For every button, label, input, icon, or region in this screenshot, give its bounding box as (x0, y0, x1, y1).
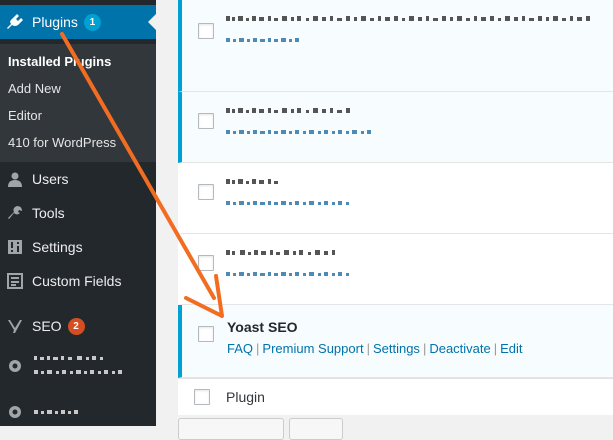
submenu-add-new[interactable]: Add New (8, 81, 61, 96)
wrench-icon (5, 203, 25, 223)
admin-sidebar: Plugins 1 Installed Plugins Add New Edit… (0, 0, 156, 426)
plugin-row (178, 163, 613, 234)
settings-link[interactable]: Settings (373, 341, 420, 356)
plugins-submenu: Installed Plugins Add New Editor 410 for… (0, 44, 156, 162)
sidebar-item-redacted[interactable] (0, 344, 156, 388)
plugin-checkbox[interactable] (198, 255, 214, 271)
users-icon (5, 169, 25, 189)
sidebar-item-label: Plugins (32, 14, 78, 30)
sidebar-item-redacted[interactable] (0, 395, 156, 429)
plugin-row-actions: FAQ | Premium Support | Settings | Deactivate |… (227, 341, 523, 356)
plugin-row (178, 234, 613, 305)
redacted-plugin-text (226, 16, 590, 42)
sidebar-item-label: SEO (32, 318, 62, 334)
settings-icon (5, 237, 25, 257)
plugin-checkbox[interactable] (198, 23, 214, 39)
plugin-row (178, 0, 613, 92)
plugin-title: Yoast SEO (227, 319, 298, 335)
plugin-checkbox[interactable] (198, 113, 214, 129)
bulk-actions-select[interactable] (178, 418, 284, 440)
submenu-installed-plugins[interactable]: Installed Plugins (8, 54, 111, 69)
premium-support-link[interactable]: Premium Support (262, 341, 363, 356)
gear-icon (5, 356, 25, 376)
column-header-plugin: Plugin (226, 389, 265, 405)
plugin-row-yoast-seo: Yoast SEO FAQ | Premium Support | Settings | D… (178, 305, 613, 378)
sidebar-item-label: Tools (32, 205, 65, 221)
sidebar-item-settings[interactable]: Settings (0, 230, 156, 264)
sidebar-item-users[interactable]: Users (0, 162, 156, 196)
yoast-icon (5, 316, 25, 336)
plugin-row (178, 92, 613, 163)
redacted-label (34, 356, 122, 374)
faq-link[interactable]: FAQ (227, 341, 253, 356)
redacted-label (34, 410, 78, 414)
submenu-editor[interactable]: Editor (8, 108, 42, 123)
sidebar-item-custom-fields[interactable]: Custom Fields (0, 264, 156, 298)
sidebar-item-label: Users (32, 171, 69, 187)
sidebar-item-plugins[interactable]: Plugins 1 (0, 5, 156, 39)
submenu-410-for-wordpress[interactable]: 410 for WordPress (8, 135, 116, 150)
plugins-update-count: 1 (83, 13, 101, 31)
redacted-plugin-text (226, 108, 371, 134)
sidebar-item-label: Custom Fields (32, 273, 122, 289)
redacted-plugin-text (226, 250, 349, 276)
apply-button[interactable] (289, 418, 343, 440)
deactivate-link[interactable]: Deactivate (429, 341, 490, 356)
active-menu-arrow (148, 14, 156, 30)
table-footer: Plugin (178, 378, 613, 415)
gear-icon (5, 402, 25, 422)
fields-icon (5, 271, 25, 291)
edit-link[interactable]: Edit (500, 341, 522, 356)
seo-notification-count: 2 (67, 317, 85, 335)
sidebar-item-tools[interactable]: Tools (0, 196, 156, 230)
select-all-checkbox[interactable] (194, 389, 210, 405)
redacted-plugin-text (226, 179, 349, 205)
sidebar-item-seo[interactable]: SEO 2 (0, 309, 156, 343)
plugin-icon (5, 12, 25, 32)
plugins-table: Yoast SEO FAQ | Premium Support | Settings | D… (156, 0, 613, 440)
sidebar-item-label: Settings (32, 239, 83, 255)
plugin-checkbox[interactable] (198, 326, 214, 342)
plugin-checkbox[interactable] (198, 184, 214, 200)
